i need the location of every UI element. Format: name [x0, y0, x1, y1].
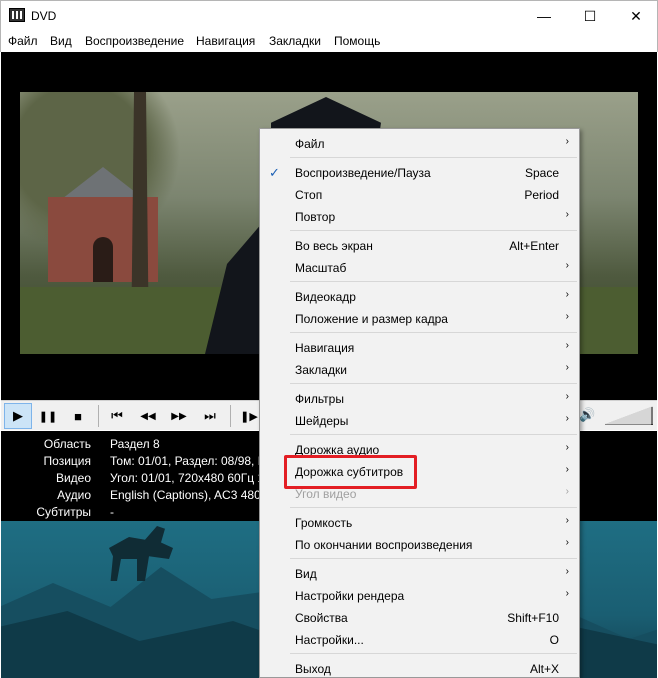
chevron-right-icon: › [565, 537, 569, 548]
film-icon [9, 8, 25, 22]
stop-button[interactable]: ■ [64, 403, 92, 429]
chevron-right-icon: › [565, 209, 569, 220]
chevron-right-icon: › [565, 442, 569, 453]
close-button[interactable]: ✕ [613, 1, 658, 31]
chevron-right-icon: › [565, 515, 569, 526]
info-value: English (Captions), AC3 4800 [110, 488, 268, 502]
menu-item-repeat[interactable]: Повтор › [260, 206, 579, 228]
menu-help[interactable]: Помощь [334, 34, 380, 48]
menu-item-properties[interactable]: Свойства Shift+F10 [260, 607, 579, 629]
highlight-annotation [284, 455, 417, 489]
context-menu: Файл › ✓ Воспроизведение/Пауза Space Сто… [259, 128, 580, 678]
title-bar: DVD — ☐ ✕ [0, 0, 658, 30]
pause-button[interactable]: ❚❚ [34, 403, 62, 429]
info-value: - [110, 505, 114, 519]
menu-item-exit[interactable]: Выход Alt+X [260, 658, 579, 678]
chevron-right-icon: › [565, 311, 569, 322]
info-value: Том: 01/01, Раздел: 08/98, Гл [110, 454, 271, 468]
play-button[interactable]: ▶ [4, 403, 32, 429]
volume-icon[interactable]: 🔊 [579, 407, 595, 423]
menu-item-after-playback[interactable]: По окончании воспроизведения › [260, 534, 579, 556]
chevron-right-icon: › [565, 566, 569, 577]
chevron-right-icon: › [565, 464, 569, 475]
chevron-right-icon: › [565, 588, 569, 599]
next-button[interactable]: ⏭ [196, 403, 224, 429]
chevron-right-icon: › [565, 413, 569, 424]
menu-item-view[interactable]: Вид › [260, 563, 579, 585]
info-label: Позиция [43, 454, 91, 468]
volume-slider[interactable] [605, 406, 653, 425]
menu-item-filters[interactable]: Фильтры › [260, 388, 579, 410]
chevron-right-icon: › [565, 136, 569, 147]
menu-item-pan-scan[interactable]: Положение и размер кадра › [260, 308, 579, 330]
menu-playback[interactable]: Воспроизведение [85, 34, 184, 48]
menu-item-options[interactable]: Настройки... O [260, 629, 579, 651]
forward-button[interactable]: ▶▶ [165, 403, 193, 429]
menu-navigation[interactable]: Навигация [196, 34, 255, 48]
maximize-button[interactable]: ☐ [567, 1, 613, 31]
menu-item-play-pause[interactable]: ✓ Воспроизведение/Пауза Space [260, 162, 579, 184]
chevron-right-icon: › [565, 340, 569, 351]
menu-view[interactable]: Вид [50, 34, 72, 48]
chevron-right-icon: › [565, 289, 569, 300]
info-label: Аудио [57, 488, 91, 502]
menu-item-volume[interactable]: Громкость › [260, 512, 579, 534]
rewind-button[interactable]: ◀◀ [134, 403, 162, 429]
menu-item-navigation[interactable]: Навигация › [260, 337, 579, 359]
menu-item-fullscreen[interactable]: Во весь экран Alt+Enter [260, 235, 579, 257]
menu-item-file[interactable]: Файл › [260, 133, 579, 155]
menu-item-render-settings[interactable]: Настройки рендера › [260, 585, 579, 607]
menu-item-bookmarks[interactable]: Закладки › [260, 359, 579, 381]
chevron-right-icon: › [565, 486, 569, 497]
chevron-right-icon: › [565, 391, 569, 402]
info-value: Раздел 8 [110, 437, 160, 451]
menu-item-stop[interactable]: Стоп Period [260, 184, 579, 206]
info-value: Угол: 01/01, 720x480 60Гц 16 [110, 471, 271, 485]
menu-item-video-frame[interactable]: Видеокадр › [260, 286, 579, 308]
menu-item-zoom[interactable]: Масштаб › [260, 257, 579, 279]
minimize-button[interactable]: — [521, 1, 567, 31]
menu-item-shaders[interactable]: Шейдеры › [260, 410, 579, 432]
previous-button[interactable]: ⏮ [103, 403, 131, 429]
info-label: Видео [55, 471, 91, 485]
menu-bar: Файл Вид Воспроизведение Навигация Закла… [0, 30, 658, 52]
menu-file[interactable]: Файл [8, 34, 38, 48]
info-label: Субтитры [36, 505, 91, 519]
checkmark-icon: ✓ [269, 165, 280, 180]
window-title: DVD [31, 9, 57, 23]
chevron-right-icon: › [565, 362, 569, 373]
chevron-right-icon: › [565, 260, 569, 271]
menu-bookmarks[interactable]: Закладки [269, 34, 321, 48]
info-label: Область [43, 437, 91, 451]
